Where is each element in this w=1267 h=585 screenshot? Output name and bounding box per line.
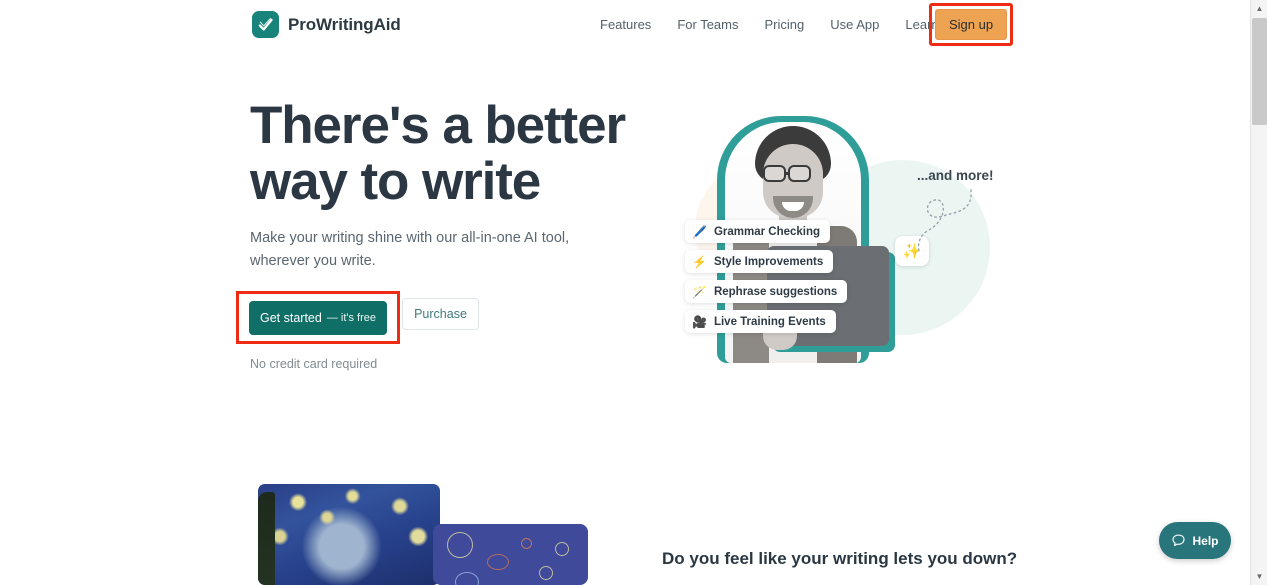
nav-item-pricing[interactable]: Pricing: [751, 0, 817, 49]
feature-badge-rephrase-suggestions: 🪄 Rephrase suggestions: [685, 280, 848, 303]
hero-illustration: ✨ ...and more! 🖊️ Grammar Checking ⚡ Sty…: [655, 108, 1000, 370]
video-camera-icon: 🎥: [692, 314, 707, 329]
brand-logo-link[interactable]: ProWritingAid: [252, 11, 401, 38]
get-started-label: Get started: [259, 310, 322, 325]
no-credit-card-note: No credit card required: [250, 357, 378, 371]
feature-badge-style-improvements: ⚡ Style Improvements: [685, 250, 834, 273]
dotted-curved-arrow-icon: [917, 189, 972, 253]
prowritingaid-checkmark-logo-icon: [252, 11, 279, 38]
help-widget-button[interactable]: Help: [1159, 522, 1231, 559]
feature-badge-label: Rephrase suggestions: [713, 285, 838, 298]
hero-subtitle-line-2: wherever you write.: [250, 253, 376, 269]
starry-night-image: [258, 484, 440, 585]
lightning-icon: ⚡: [692, 254, 707, 269]
signup-highlight-box: Sign up: [929, 3, 1013, 46]
nav-item-features[interactable]: Features: [600, 0, 664, 49]
feature-badge-list: 🖊️ Grammar Checking ⚡ Style Improvements…: [685, 220, 848, 333]
signup-button[interactable]: Sign up: [935, 9, 1007, 40]
hero-title-line-1: There's a better: [250, 96, 626, 155]
nav-item-for-teams[interactable]: For Teams: [664, 0, 751, 49]
blue-doodle-card: [433, 524, 588, 585]
page-root: ProWritingAid Features For Teams Pricing…: [0, 0, 1267, 585]
help-widget-label: Help: [1192, 533, 1219, 548]
feature-badge-label: Live Training Events: [713, 315, 826, 328]
get-started-button[interactable]: Get started — it's free: [249, 300, 387, 335]
glasses-bridge: [786, 172, 790, 175]
scrollbar-thumb[interactable]: [1252, 18, 1267, 125]
get-started-highlight-box: Get started — it's free: [236, 291, 400, 344]
nav-item-use-app[interactable]: Use App: [817, 0, 892, 49]
scroll-down-arrow-icon[interactable]: ▼: [1251, 568, 1267, 585]
vertical-scrollbar[interactable]: ▲ ▼: [1250, 0, 1267, 585]
doodle-swirl: [539, 566, 553, 580]
hero-title-line-2: way to write: [250, 152, 541, 211]
hero-subtitle-line-1: Make your writing shine with our all-in-…: [250, 230, 570, 246]
lower-section-heading: Do you feel like your writing lets you d…: [662, 549, 1018, 568]
magic-wand-icon: 🪄: [692, 284, 707, 299]
chat-bubble-icon: [1172, 534, 1186, 547]
brand-name: ProWritingAid: [288, 14, 401, 34]
feature-badge-live-training-events: 🎥 Live Training Events: [685, 310, 836, 333]
pencil-icon: 🖊️: [692, 224, 707, 239]
feature-badge-label: Style Improvements: [713, 255, 824, 268]
purchase-button[interactable]: Purchase: [402, 298, 479, 330]
scroll-up-arrow-icon[interactable]: ▲: [1251, 0, 1267, 17]
get-started-free-suffix: — it's free: [326, 311, 376, 324]
doodle-swirl: [447, 532, 473, 558]
doodle-swirl: [555, 542, 569, 556]
and-more-annotation: ...and more!: [917, 168, 994, 183]
cypress-tree: [258, 492, 275, 585]
doodle-swirl: [487, 554, 509, 570]
hero-subtitle: Make your writing shine with our all-in-…: [250, 227, 580, 273]
glasses-left-lens-icon: [763, 165, 786, 182]
site-header: ProWritingAid Features For Teams Pricing…: [0, 0, 1250, 49]
doodle-swirl: [521, 538, 532, 549]
doodle-swirl: [455, 572, 479, 585]
feature-badge-grammar-checking: 🖊️ Grammar Checking: [685, 220, 831, 243]
glasses-right-lens-icon: [788, 165, 811, 182]
page-title: There's a better way to write: [250, 98, 670, 210]
feature-badge-label: Grammar Checking: [713, 225, 821, 238]
